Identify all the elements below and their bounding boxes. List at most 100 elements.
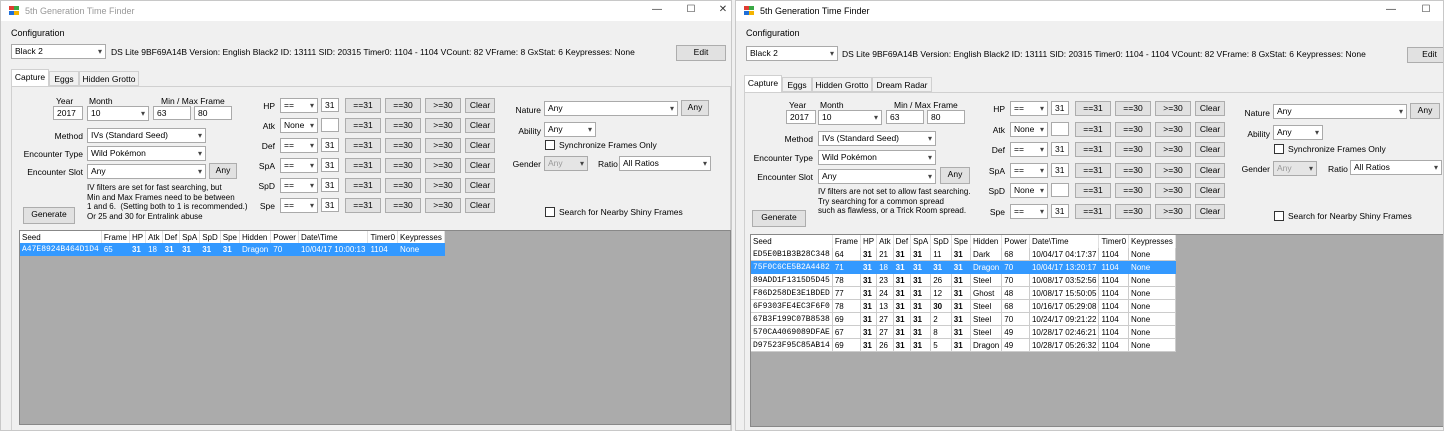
set-30-button-spe[interactable]: ==30 [385, 198, 421, 213]
column-header[interactable]: Spe [951, 235, 972, 248]
title-bar[interactable]: 5th Generation Time Finder — ☐ [736, 1, 1443, 21]
nature-dropdown[interactable]: Any ▾ [1273, 104, 1407, 119]
set-31-button-def[interactable]: ==31 [345, 138, 381, 153]
column-header[interactable]: Def [893, 235, 912, 248]
set-30-button-hp[interactable]: ==30 [1115, 101, 1151, 116]
set-31-button-spa[interactable]: ==31 [345, 158, 381, 173]
title-bar[interactable]: 5th Generation Time Finder — ☐ ✕ [1, 1, 731, 21]
tab-hidden-grotto[interactable]: Hidden Grotto [79, 71, 139, 86]
set-ge30-button-spe[interactable]: >=30 [425, 198, 461, 213]
set-ge30-button-def[interactable]: >=30 [1155, 142, 1191, 157]
method-dropdown[interactable]: IVs (Standard Seed) ▾ [87, 128, 206, 143]
set-30-button-spa[interactable]: ==30 [385, 158, 421, 173]
column-header[interactable]: Keypresses [1128, 235, 1176, 248]
set-30-button-hp[interactable]: ==30 [385, 98, 421, 113]
set-30-button-spa[interactable]: ==30 [1115, 162, 1151, 178]
maximize-button[interactable]: ☐ [1413, 3, 1439, 19]
stat-value-input-atk[interactable] [1051, 121, 1069, 136]
version-dropdown[interactable]: Black 2 ▾ [11, 44, 106, 59]
stat-operator-dropdown-spe[interactable]: == ▾ [1010, 203, 1048, 219]
stat-operator-dropdown-spd[interactable]: == ▾ [280, 178, 318, 193]
method-dropdown[interactable]: IVs (Standard Seed) ▾ [818, 131, 936, 146]
clear-button-spa[interactable]: Clear [465, 158, 495, 173]
stat-operator-dropdown-spa[interactable]: == ▾ [280, 158, 318, 173]
column-header[interactable]: Atk [145, 231, 163, 243]
set-30-button-spd[interactable]: ==30 [385, 178, 421, 193]
set-ge30-button-hp[interactable]: >=30 [425, 98, 461, 113]
table-row[interactable]: 67B3F199C07B8538 69 31 27 31 31 2 31 Steel 70 10/2… [751, 312, 1176, 326]
set-31-button-hp[interactable]: ==31 [1075, 101, 1111, 116]
column-header[interactable]: Frame [101, 231, 130, 243]
set-31-button-atk[interactable]: ==31 [345, 118, 381, 133]
set-ge30-button-spd[interactable]: >=30 [425, 178, 461, 193]
column-header[interactable]: HP [860, 235, 878, 248]
stat-value-input-spe[interactable]: 31 [321, 198, 339, 212]
ratio-dropdown[interactable]: All Ratios ▾ [1350, 160, 1442, 175]
encounter-slot-dropdown[interactable]: Any ▾ [818, 169, 936, 184]
stat-operator-dropdown-def[interactable]: == ▾ [1010, 142, 1048, 157]
column-header[interactable]: Power [270, 231, 299, 243]
encounter-type-dropdown[interactable]: Wild Pokémon ▾ [818, 150, 936, 165]
tab-eggs[interactable]: Eggs [782, 77, 812, 92]
stat-value-input-def[interactable]: 31 [1051, 142, 1069, 156]
column-header[interactable]: SpD [199, 231, 221, 243]
tab-hidden-grotto[interactable]: Hidden Grotto [812, 77, 872, 92]
synchronize-checkbox[interactable] [1274, 144, 1284, 154]
clear-button-spa[interactable]: Clear [1195, 162, 1225, 178]
column-header[interactable]: Seed [20, 231, 102, 243]
stat-operator-dropdown-hp[interactable]: == ▾ [1010, 101, 1048, 116]
set-31-button-def[interactable]: ==31 [1075, 142, 1111, 157]
set-30-button-def[interactable]: ==30 [385, 138, 421, 153]
table-row[interactable]: A47E8924B464D1D4 65 31 18 31 31 31 31 Dragon 70 10… [20, 243, 445, 256]
ratio-dropdown[interactable]: All Ratios ▾ [619, 156, 711, 171]
results-grid[interactable]: Seed Frame HP Atk Def SpA SpD Spe Hidden Power Dat… [19, 230, 731, 425]
close-button[interactable]: ✕ [713, 3, 731, 19]
column-header[interactable]: Atk [876, 235, 894, 248]
shiny-checkbox[interactable] [1274, 211, 1284, 221]
set-30-button-atk[interactable]: ==30 [385, 118, 421, 133]
min-frame-input[interactable]: 63 [153, 106, 191, 120]
column-header[interactable]: SpA [910, 235, 932, 248]
gender-dropdown[interactable]: Any ▾ [544, 156, 588, 171]
synchronize-checkbox[interactable] [545, 140, 555, 150]
set-31-button-spe[interactable]: ==31 [1075, 203, 1111, 219]
stat-value-input-spa[interactable]: 31 [1051, 162, 1069, 177]
edit-button[interactable]: Edit [1407, 47, 1443, 63]
stat-operator-dropdown-spa[interactable]: == ▾ [1010, 162, 1048, 178]
column-header[interactable]: HP [129, 231, 147, 243]
table-row[interactable]: D97523F95C85AB14 69 31 26 31 31 5 31 Dragon 49 10/… [751, 338, 1176, 352]
column-header[interactable]: Timer0 [1098, 235, 1130, 248]
stat-operator-dropdown-spd[interactable]: None ▾ [1010, 183, 1048, 198]
stat-value-input-hp[interactable]: 31 [1051, 101, 1069, 115]
min-frame-input[interactable]: 63 [886, 110, 924, 124]
stat-operator-dropdown-hp[interactable]: == ▾ [280, 98, 318, 113]
clear-button-def[interactable]: Clear [465, 138, 495, 153]
tab-capture[interactable]: Capture [744, 75, 782, 92]
stat-value-input-def[interactable]: 31 [321, 138, 339, 152]
table-row[interactable]: 75F0C6CE5B2A4482 71 31 18 31 31 31 31 Dragon 70 10… [751, 260, 1176, 274]
minimize-button[interactable]: — [1378, 3, 1404, 19]
year-input[interactable]: 2017 [786, 110, 816, 124]
month-dropdown[interactable]: 10 ▾ [87, 106, 149, 121]
set-30-button-atk[interactable]: ==30 [1115, 121, 1151, 137]
set-ge30-button-spa[interactable]: >=30 [425, 158, 461, 173]
stat-value-input-hp[interactable]: 31 [321, 98, 339, 112]
column-header[interactable]: Frame [832, 235, 861, 248]
month-dropdown[interactable]: 10 ▾ [818, 110, 882, 125]
clear-button-spd[interactable]: Clear [1195, 183, 1225, 198]
set-ge30-button-atk[interactable]: >=30 [1155, 121, 1191, 137]
version-dropdown[interactable]: Black 2 ▾ [746, 46, 838, 61]
table-row[interactable]: 570CA4069089DFAE 67 31 27 31 31 8 31 Steel 49 10/2… [751, 325, 1176, 339]
set-30-button-def[interactable]: ==30 [1115, 142, 1151, 157]
maximize-button[interactable]: ☐ [678, 3, 704, 19]
encounter-type-dropdown[interactable]: Wild Pokémon ▾ [87, 146, 206, 161]
set-ge30-button-spa[interactable]: >=30 [1155, 162, 1191, 178]
column-header[interactable]: Spe [220, 231, 241, 243]
set-31-button-spd[interactable]: ==31 [345, 178, 381, 193]
encounter-slot-dropdown[interactable]: Any ▾ [87, 164, 206, 179]
stat-value-input-spd[interactable] [1051, 183, 1069, 197]
table-row[interactable]: 89ADD1F1315D5D45 78 31 23 31 31 26 31 Steel 70 10/… [751, 273, 1176, 287]
column-header[interactable]: Seed [751, 235, 833, 248]
column-header[interactable]: SpD [930, 235, 952, 248]
edit-button[interactable]: Edit [676, 45, 726, 61]
